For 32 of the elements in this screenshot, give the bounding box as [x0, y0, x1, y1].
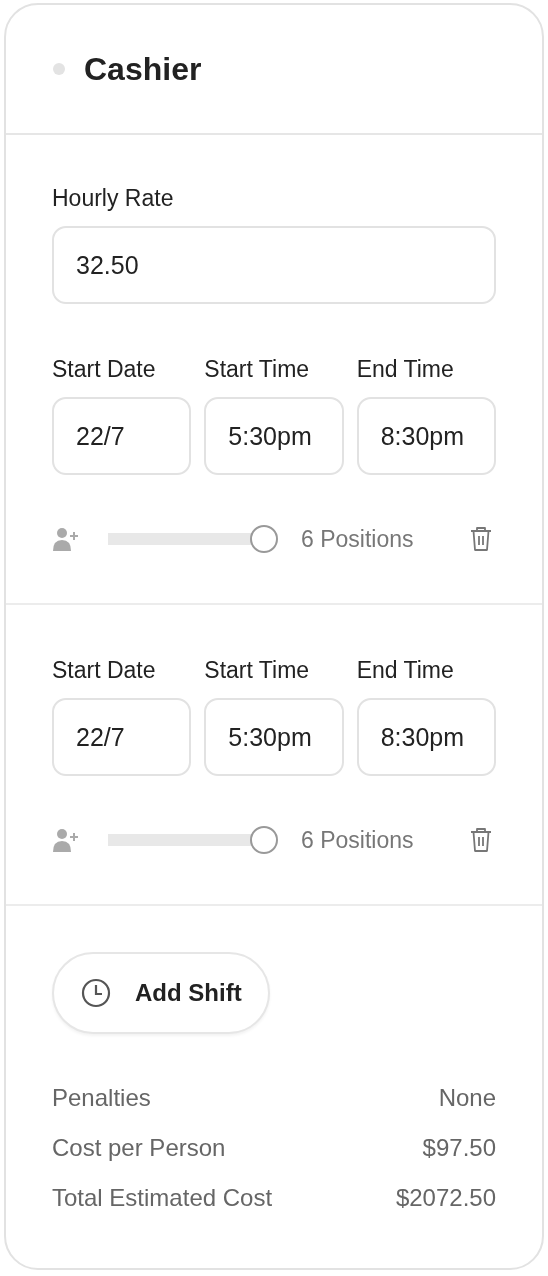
input-field[interactable]: 5:30pm	[204, 397, 344, 475]
status-dot	[53, 63, 65, 75]
slider-thumb[interactable]	[250, 525, 278, 553]
add-shift-button[interactable]: Add Shift	[52, 952, 270, 1034]
add-person-icon[interactable]	[52, 828, 80, 852]
summary-label: Penalties	[52, 1084, 151, 1113]
role-title: Cashier	[84, 50, 202, 88]
field-label: Start Date	[52, 356, 157, 383]
clock-icon	[81, 978, 111, 1008]
summary-value: $97.50	[422, 1134, 496, 1163]
input-field[interactable]: 8:30pm	[356, 698, 496, 776]
field-label: Start Time	[204, 657, 311, 684]
field-label: Hourly Rate	[52, 185, 175, 212]
input-field[interactable]: 22/7	[52, 698, 192, 776]
trash-icon[interactable]	[470, 526, 492, 552]
input-field[interactable]: 5:30pm	[204, 698, 344, 776]
field-label: Start Date	[52, 657, 157, 684]
summary-label: Cost per Person	[52, 1134, 226, 1163]
input-field[interactable]: 8:30pm	[356, 397, 496, 475]
field-label: Start Time	[204, 356, 311, 383]
add-person-icon[interactable]	[52, 527, 80, 551]
field-label: End Time	[356, 657, 455, 684]
summary-value: None	[438, 1084, 496, 1113]
summary-value: $2072.50	[395, 1184, 496, 1213]
trash-icon[interactable]	[470, 827, 492, 853]
positions-count: 6 Positions	[301, 826, 414, 854]
field-label: End Time	[356, 356, 455, 383]
input-field[interactable]: 32.50	[52, 226, 496, 304]
summary-label: Total Estimated Cost	[52, 1184, 273, 1213]
positions-count: 6 Positions	[301, 525, 414, 553]
slider-thumb[interactable]	[250, 826, 278, 854]
input-field[interactable]: 22/7	[52, 397, 192, 475]
